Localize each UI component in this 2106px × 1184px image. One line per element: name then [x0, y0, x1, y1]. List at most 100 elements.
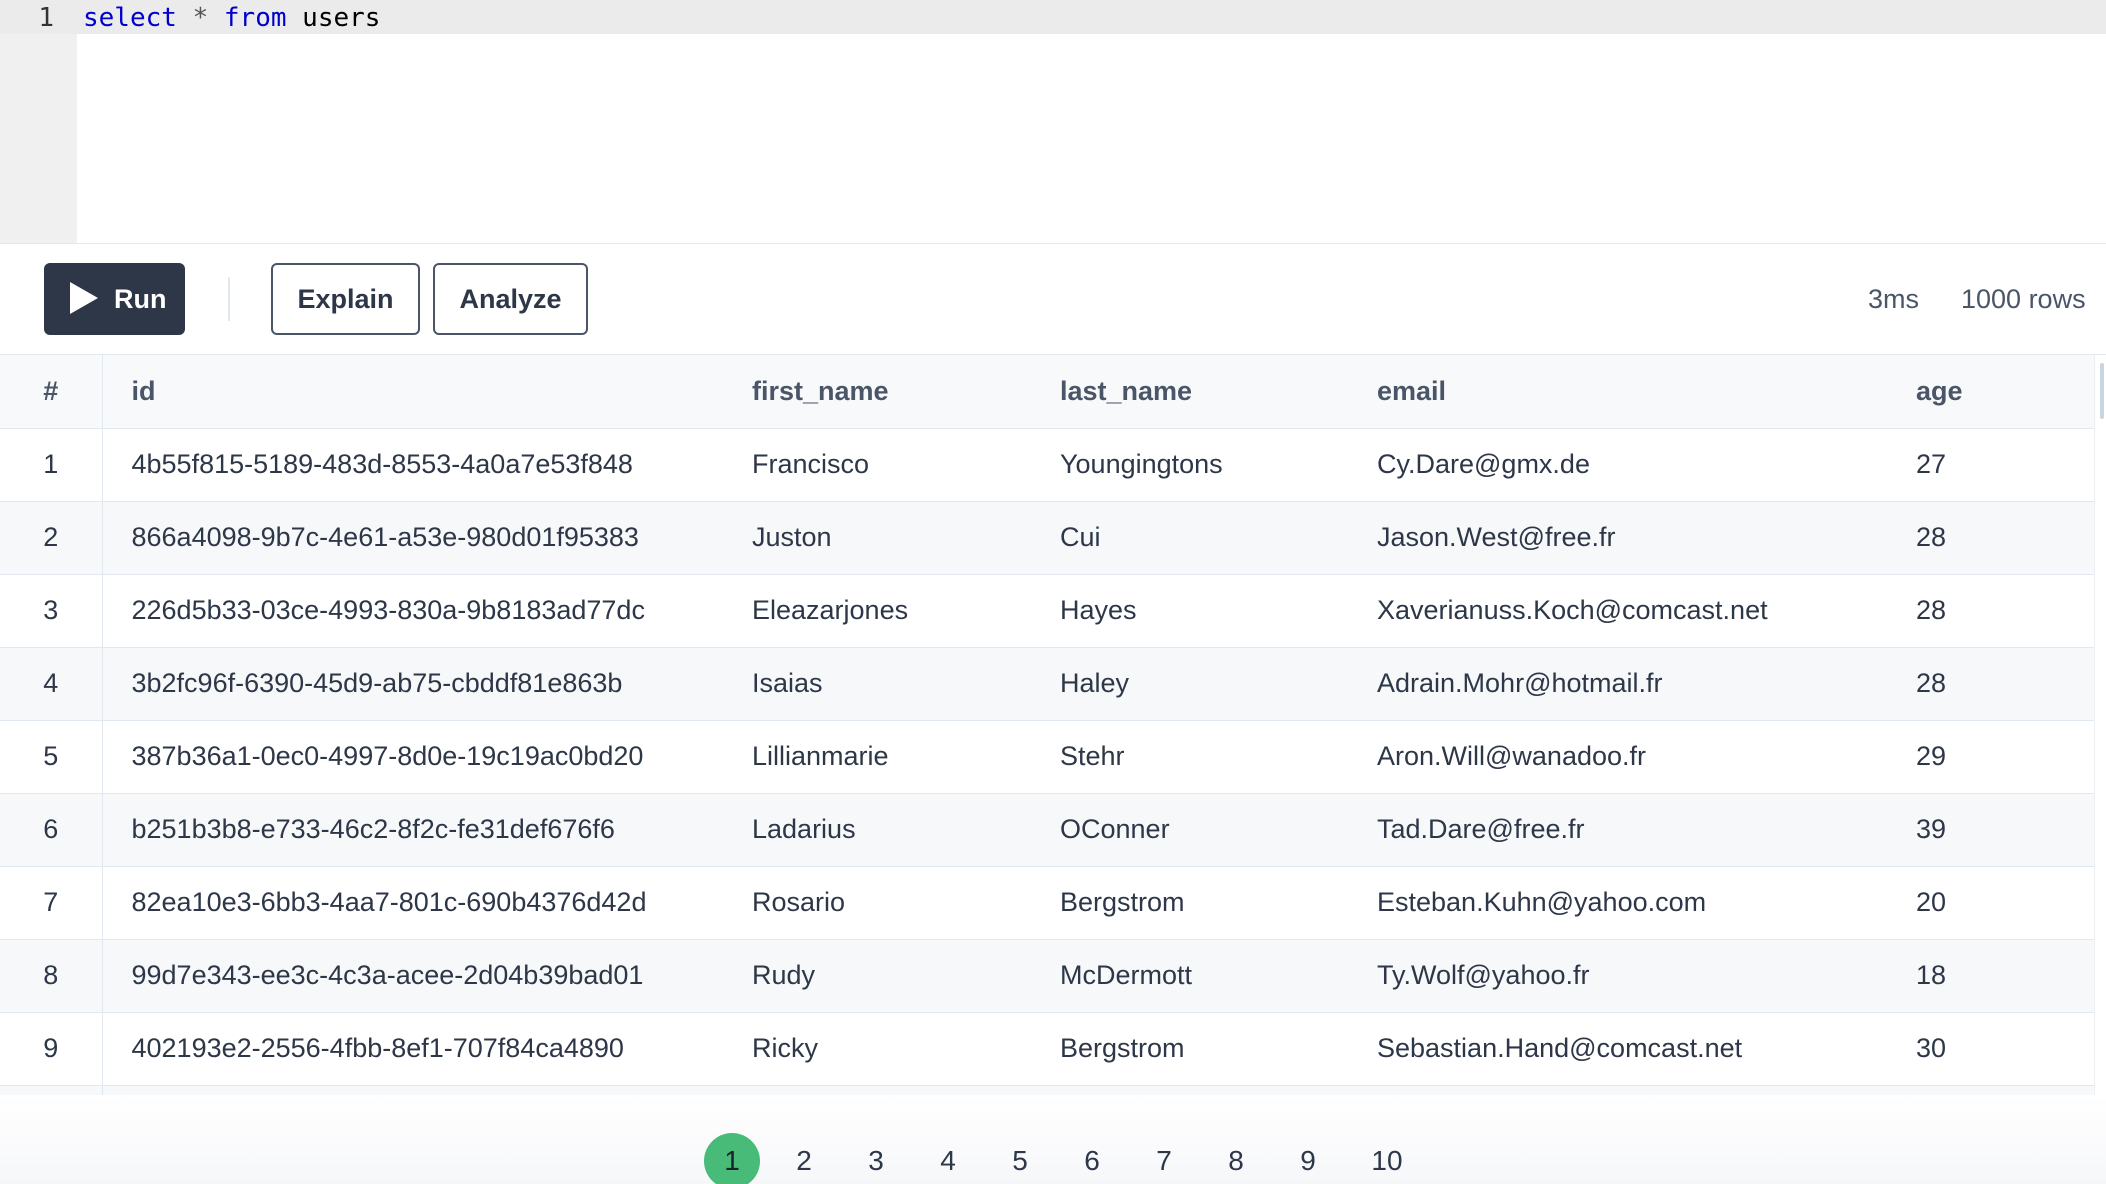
column-header-first-name[interactable]: first_name	[752, 355, 1060, 429]
table-row[interactable]: 2 866a4098-9b7c-4e61-a53e-980d01f95383 Jus…	[0, 501, 2094, 575]
row-number-cell: 1	[0, 428, 103, 502]
first-name-cell: Rudy	[752, 939, 1060, 1013]
age-cell: 28	[1916, 574, 2094, 648]
page-button-5[interactable]: 5	[992, 1133, 1048, 1184]
age-cell: 29	[1916, 720, 2094, 794]
page-button-10[interactable]: 10	[1359, 1133, 1415, 1184]
last-name-cell: OConner	[1060, 793, 1377, 867]
page-button-6[interactable]: 6	[1064, 1133, 1120, 1184]
first-name-cell: Eleazarjones	[752, 574, 1060, 648]
id-cell: 387b36a1-0ec0-4997-8d0e-19c19ac0bd20	[102, 720, 752, 794]
row-number-cell: 7	[0, 866, 103, 940]
header-row: # id first_name last_name email age	[0, 355, 2094, 429]
id-cell: 3b2fc96f-6390-45d9-ab75-cbddf81e863b	[102, 647, 752, 721]
age-cell	[1916, 1085, 2094, 1095]
explain-button[interactable]: Explain	[271, 263, 420, 335]
first-name-cell: Isaias	[752, 647, 1060, 721]
email-cell: Tad.Dare@free.fr	[1377, 793, 1916, 867]
table-scrollbar[interactable]	[2094, 355, 2106, 1095]
email-cell: Jason.West@free.fr	[1377, 501, 1916, 575]
wildcard-operator: *	[192, 3, 209, 33]
id-cell: 4b55f815-5189-483d-8553-4a0a7e53f848	[102, 428, 752, 502]
results-table: # id first_name last_name email age 1 4b5…	[0, 355, 2094, 1095]
first-name-cell: Rosario	[752, 866, 1060, 940]
keyword-from: from	[223, 3, 287, 33]
analyze-button[interactable]: Analyze	[433, 263, 588, 335]
id-cell: b251b3b8-e733-46c2-8f2c-fe31def676f6	[102, 793, 752, 867]
row-number-cell: 2	[0, 501, 103, 575]
pagination: 1 2 3 4 5 6 7 8 9 10	[0, 1095, 2106, 1184]
row-number-cell: 3	[0, 574, 103, 648]
elapsed-time: 3ms	[1868, 284, 1920, 314]
email-cell: Aron.Will@wanadoo.fr	[1377, 720, 1916, 794]
page-button-2[interactable]: 2	[776, 1133, 832, 1184]
first-name-cell: Ricky	[752, 1012, 1060, 1086]
id-cell: 226d5b33-03ce-4993-830a-9b8183ad77dc	[102, 574, 752, 648]
table-row[interactable]: 6 b251b3b8-e733-46c2-8f2c-fe31def676f6 Lad…	[0, 793, 2094, 867]
age-cell: 18	[1916, 939, 2094, 1013]
last-name-cell: Bergstrom	[1060, 1012, 1377, 1086]
query-toolbar: Run Explain Analyze 3ms 1000 rows	[0, 244, 2106, 355]
table-scrollbar-thumb[interactable]	[2100, 363, 2104, 419]
last-name-cell: Haley	[1060, 647, 1377, 721]
table-row[interactable]: 5 387b36a1-0ec0-4997-8d0e-19c19ac0bd20 Lil…	[0, 720, 2094, 794]
id-cell	[102, 1085, 752, 1095]
page-button-3[interactable]: 3	[848, 1133, 904, 1184]
run-button-label: Run	[114, 284, 167, 314]
last-name-cell: McDermott	[1060, 939, 1377, 1013]
age-cell: 28	[1916, 647, 2094, 721]
age-cell: 28	[1916, 501, 2094, 575]
email-cell: Esteban.Kuhn@yahoo.com	[1377, 866, 1916, 940]
run-button[interactable]: Run	[44, 263, 185, 335]
table-row[interactable]: 7 82ea10e3-6bb3-4aa7-801c-690b4376d42d Ros…	[0, 866, 2094, 940]
first-name-cell: Francisco	[752, 428, 1060, 502]
first-name-cell: Juston	[752, 501, 1060, 575]
column-header-email[interactable]: email	[1377, 355, 1916, 429]
row-number-cell: 8	[0, 939, 103, 1013]
email-cell: Adrain.Mohr@hotmail.fr	[1377, 647, 1916, 721]
row-number-cell: 9	[0, 1012, 103, 1086]
id-cell: 402193e2-2556-4fbb-8ef1-707f84ca4890	[102, 1012, 752, 1086]
age-cell: 39	[1916, 793, 2094, 867]
results-table-container[interactable]: # id first_name last_name email age 1 4b5…	[0, 355, 2094, 1095]
table-row[interactable]: 9 402193e2-2556-4fbb-8ef1-707f84ca4890 Ric…	[0, 1012, 2094, 1086]
email-cell	[1377, 1085, 1916, 1095]
query-text[interactable]: select * from users	[83, 0, 380, 34]
table-row[interactable]: 1 4b55f815-5189-483d-8553-4a0a7e53f848 Fra…	[0, 428, 2094, 502]
column-header-id[interactable]: id	[102, 355, 752, 429]
toolbar-divider	[228, 277, 230, 321]
last-name-cell	[1060, 1085, 1377, 1095]
last-name-cell: Cui	[1060, 501, 1377, 575]
email-cell: Sebastian.Hand@comcast.net	[1377, 1012, 1916, 1086]
row-number-cell	[0, 1085, 103, 1095]
line-number: 1	[38, 3, 54, 33]
row-number-cell: 4	[0, 647, 103, 721]
play-icon	[70, 282, 98, 314]
table-row[interactable]: 8 99d7e343-ee3c-4c3a-acee-2d04b39bad01 Rud…	[0, 939, 2094, 1013]
column-header-last-name[interactable]: last_name	[1060, 355, 1377, 429]
table-row[interactable]: 3 226d5b33-03ce-4993-830a-9b8183ad77dc Ele…	[0, 574, 2094, 648]
email-cell: Xaverianuss.Koch@comcast.net	[1377, 574, 1916, 648]
page-button-9[interactable]: 9	[1280, 1133, 1336, 1184]
last-name-cell: Hayes	[1060, 574, 1377, 648]
column-header-row-number[interactable]: #	[0, 355, 103, 429]
keyword-select: select	[83, 3, 177, 33]
id-cell: 99d7e343-ee3c-4c3a-acee-2d04b39bad01	[102, 939, 752, 1013]
first-name-cell: Lillianmarie	[752, 720, 1060, 794]
sql-editor[interactable]: 1 select * from users	[0, 0, 2106, 244]
column-header-age[interactable]: age	[1916, 355, 2094, 429]
age-cell: 30	[1916, 1012, 2094, 1086]
table-row[interactable]	[0, 1085, 2094, 1095]
page-button-8[interactable]: 8	[1208, 1133, 1264, 1184]
table-row[interactable]: 4 3b2fc96f-6390-45d9-ab75-cbddf81e863b Isa…	[0, 647, 2094, 721]
email-cell: Cy.Dare@gmx.de	[1377, 428, 1916, 502]
page-button-1[interactable]: 1	[704, 1133, 760, 1184]
last-name-cell: Stehr	[1060, 720, 1377, 794]
email-cell: Ty.Wolf@yahoo.fr	[1377, 939, 1916, 1013]
id-cell: 866a4098-9b7c-4e61-a53e-980d01f95383	[102, 501, 752, 575]
editor-gutter	[0, 0, 77, 243]
last-name-cell: Bergstrom	[1060, 866, 1377, 940]
page-button-7[interactable]: 7	[1136, 1133, 1192, 1184]
first-name-cell: Ladarius	[752, 793, 1060, 867]
page-button-4[interactable]: 4	[920, 1133, 976, 1184]
